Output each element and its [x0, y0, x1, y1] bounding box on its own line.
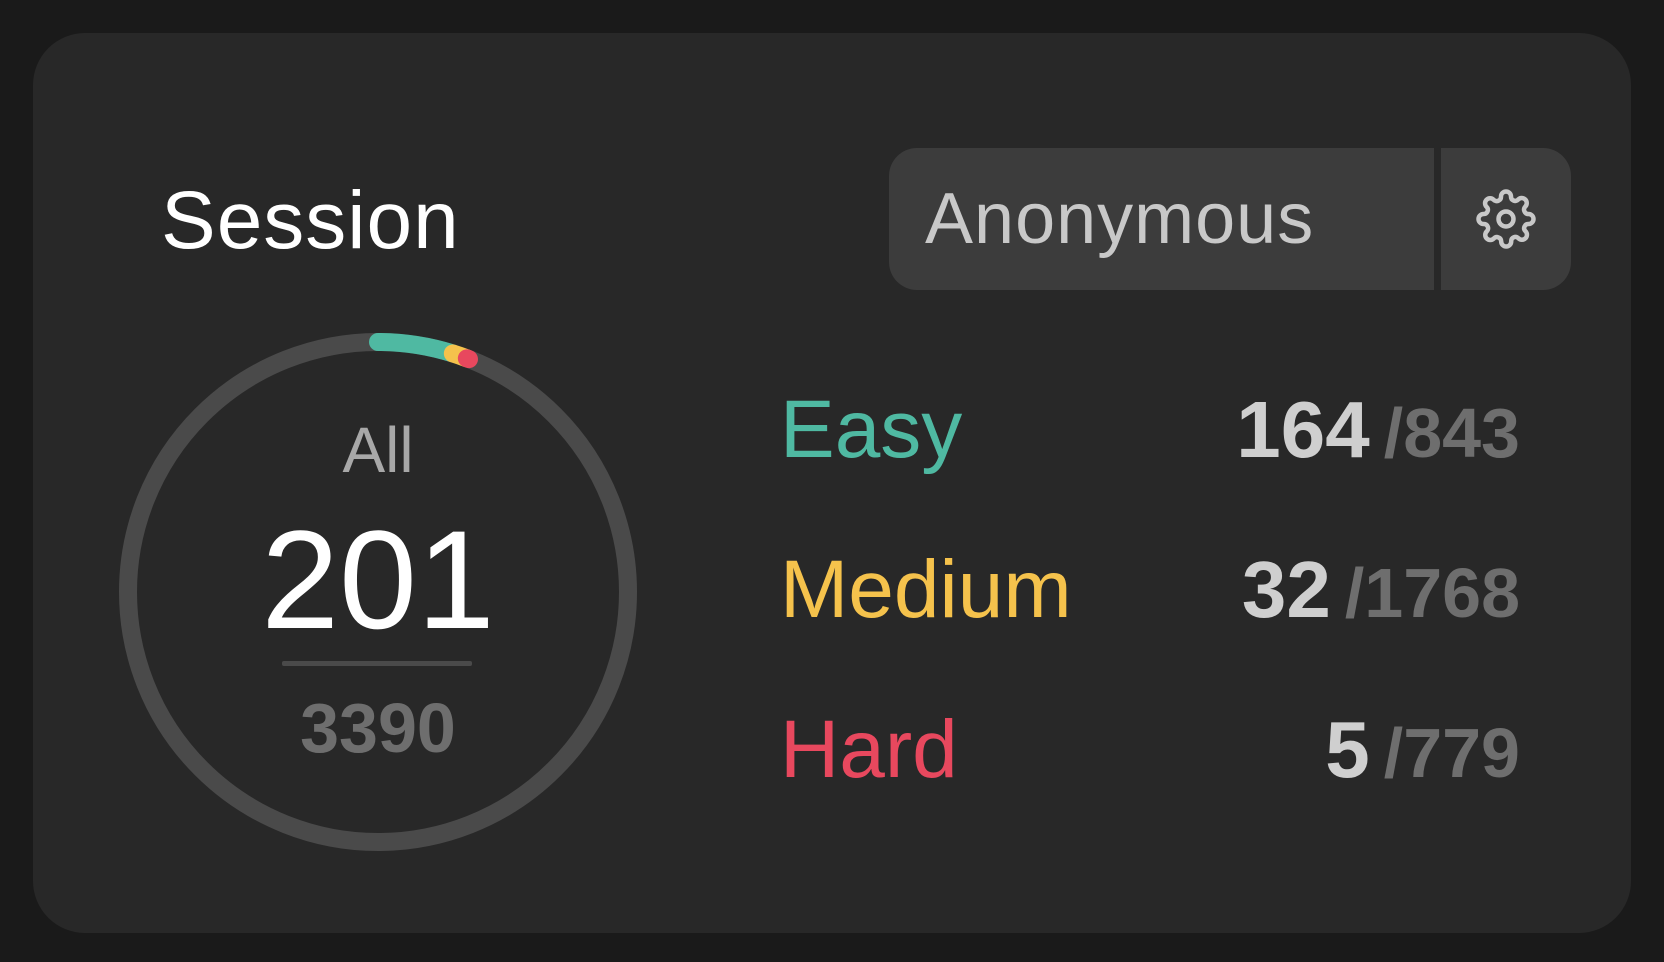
- progress-ring-arcs: [369, 333, 478, 369]
- progress-arc-easy: [369, 333, 462, 363]
- total-count-easy: /843: [1383, 394, 1520, 472]
- stat-values-easy: 164/843: [1236, 380, 1520, 503]
- solved-count-easy: 164: [1236, 385, 1370, 474]
- progress-arc-hard: [457, 349, 478, 369]
- selector-divider: [1434, 148, 1441, 290]
- stat-row-medium: Medium 32/1768: [780, 540, 1520, 640]
- total-questions-count: 3390: [300, 689, 456, 767]
- stat-row-easy: Easy 164/843: [780, 380, 1520, 480]
- total-count-hard: /779: [1383, 714, 1520, 792]
- stat-values-hard: 5/779: [1325, 700, 1520, 823]
- all-label: All: [342, 414, 414, 486]
- total-count-medium: /1768: [1344, 554, 1520, 632]
- difficulty-label-medium: Medium: [780, 544, 1072, 635]
- count-divider: [282, 661, 472, 666]
- session-title: Session: [161, 175, 460, 266]
- solved-count-medium: 32: [1241, 545, 1331, 634]
- username-field[interactable]: Anonymous: [889, 148, 1434, 290]
- session-selector: Anonymous: [889, 148, 1571, 290]
- gear-icon: [1476, 189, 1536, 249]
- settings-button[interactable]: [1441, 148, 1571, 290]
- total-solved-count: 201: [261, 501, 495, 658]
- solved-count-hard: 5: [1325, 705, 1370, 794]
- stat-row-hard: Hard 5/779: [780, 700, 1520, 800]
- difficulty-label-easy: Easy: [780, 384, 963, 475]
- stat-values-medium: 32/1768: [1242, 540, 1520, 663]
- difficulty-label-hard: Hard: [780, 704, 958, 795]
